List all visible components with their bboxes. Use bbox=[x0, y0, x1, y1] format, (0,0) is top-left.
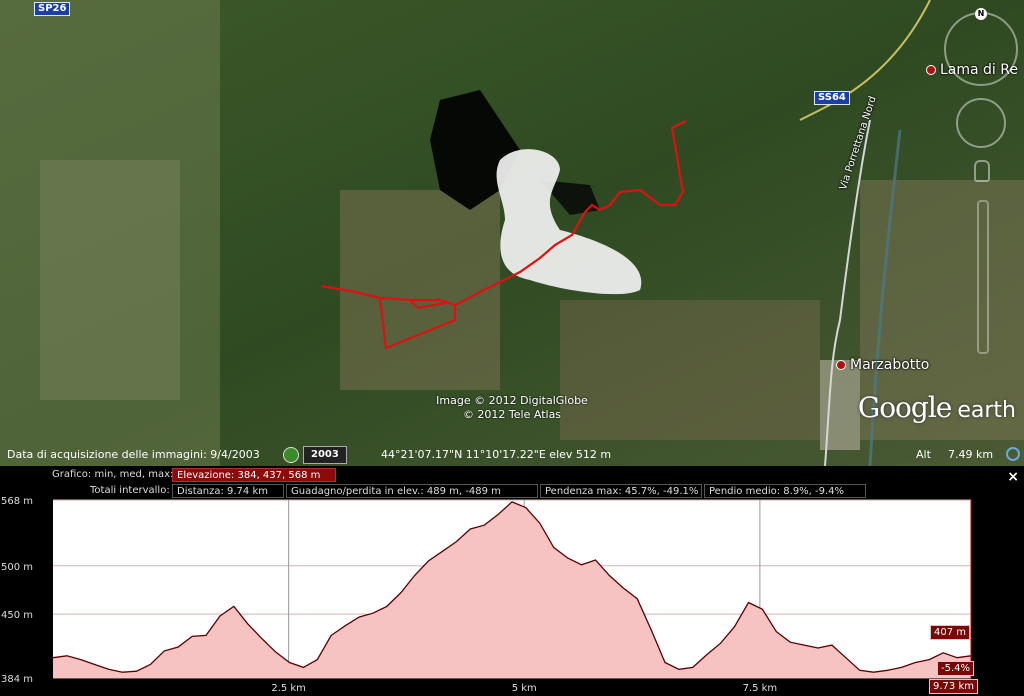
zoom-slider[interactable] bbox=[977, 200, 989, 354]
road-shield-sp26: SP26 bbox=[34, 2, 71, 16]
altitude-label: Alt bbox=[916, 448, 931, 461]
chart-stats-label: Grafico: min, med, max: bbox=[52, 469, 174, 480]
copyright-teleatlas: © 2012 Tele Atlas bbox=[462, 408, 562, 421]
look-joystick[interactable]: N bbox=[944, 8, 1018, 86]
copyright-digitalglobe: Image © 2012 DigitalGlobe bbox=[436, 394, 588, 407]
totals-label: Totali intervallo: bbox=[90, 485, 170, 496]
x-tick-label: 7.5 km bbox=[743, 683, 778, 694]
y-tick-label: 568 m bbox=[1, 496, 33, 507]
move-joystick[interactable] bbox=[956, 98, 1006, 148]
street-view-pegman-icon[interactable] bbox=[974, 160, 990, 182]
streaming-globe-icon bbox=[1006, 447, 1020, 461]
close-profile-button[interactable]: × bbox=[1007, 469, 1019, 485]
x-tick-label: 5 km bbox=[512, 683, 537, 694]
elevation-stats-field: Elevazione: 384, 437, 568 m bbox=[172, 468, 336, 482]
cursor-elevation-tag: 407 m bbox=[930, 625, 971, 640]
map-view[interactable]: SP26 SS64 Via Porrettana Nord Lama di Re… bbox=[0, 0, 1024, 466]
elevation-profile-panel: 568 m 500 m 450 m 384 m 2.5 km 5 km 7.5 km Gra… bbox=[0, 466, 1024, 696]
distance-field: Distanza: 9.74 km bbox=[172, 484, 284, 498]
google-earth-logo: Google earth bbox=[857, 391, 1016, 424]
y-tick-label: 500 m bbox=[1, 562, 33, 573]
pointer-coordinates: 44°21'07.17"N 11°10'17.22"E elev 512 m bbox=[381, 448, 612, 461]
place-marker-icon bbox=[926, 65, 936, 75]
y-tick-label: 450 m bbox=[1, 610, 33, 621]
avg-slope-field: Pendio medio: 8.9%, -9.4% bbox=[704, 484, 866, 498]
historical-imagery-clock-icon[interactable] bbox=[283, 447, 299, 463]
status-bar: Data di acquisizione delle immagini: 9/4… bbox=[0, 444, 1024, 466]
cursor-slope-tag: -5.4% bbox=[937, 661, 975, 676]
place-marker-icon bbox=[836, 360, 846, 370]
imagery-year-badge[interactable]: 2003 bbox=[303, 446, 347, 464]
elevation-gain-field: Guadagno/perdita in elev.: 489 m, -489 m bbox=[286, 484, 538, 498]
max-slope-field: Pendenza max: 45.7%, -49.1% bbox=[540, 484, 702, 498]
place-marzabotto: Marzabotto bbox=[836, 357, 929, 373]
cursor-distance-tag: 9.73 km bbox=[929, 679, 978, 694]
acquisition-date: Data di acquisizione delle immagini: 9/4… bbox=[7, 448, 260, 461]
road-shield-ss64: SS64 bbox=[814, 91, 850, 105]
x-tick-label: 2.5 km bbox=[271, 683, 306, 694]
y-tick-label: 384 m bbox=[1, 674, 33, 685]
elevation-chart[interactable]: 568 m 500 m 450 m 384 m 2.5 km 5 km 7.5 km bbox=[0, 466, 1024, 696]
imagery-copyright: Image © 2012 DigitalGlobe © 2012 Tele At… bbox=[420, 394, 604, 422]
compass-north-icon[interactable]: N bbox=[975, 8, 987, 20]
altitude-value: 7.49 km bbox=[948, 448, 994, 461]
